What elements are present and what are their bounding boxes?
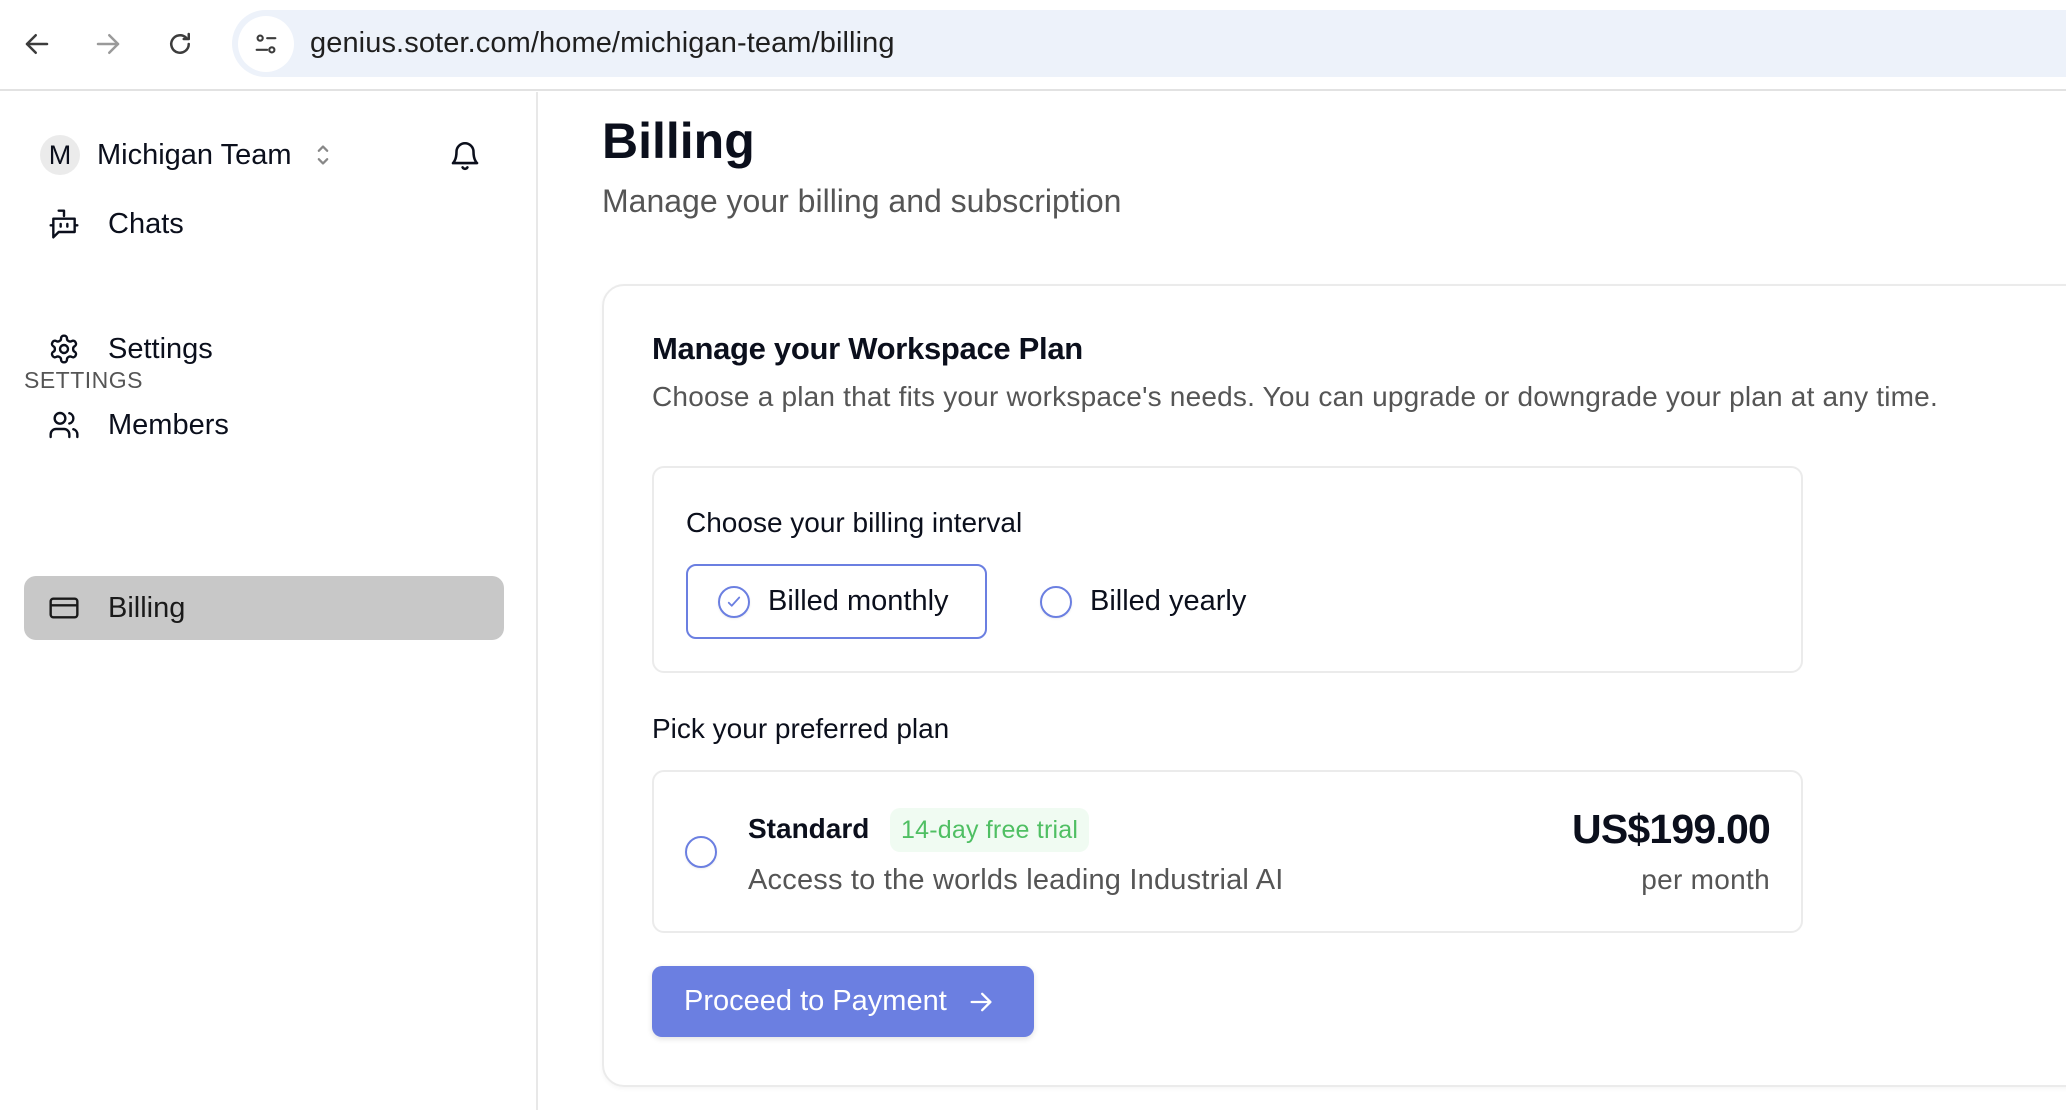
check-icon xyxy=(727,596,741,607)
forward-button[interactable] xyxy=(88,24,128,64)
page-title: Billing xyxy=(602,113,755,169)
sidebar-item-chats[interactable]: Chats xyxy=(24,192,504,256)
billed-yearly-option[interactable]: Billed yearly xyxy=(1040,564,1246,639)
plan-heading: Pick your preferred plan xyxy=(652,713,950,744)
gear-icon xyxy=(50,334,78,364)
site-info-button[interactable] xyxy=(238,15,294,72)
card-title: Manage your Workspace Plan xyxy=(652,331,1083,366)
url-text[interactable]: genius.soter.com/home/michigan-team/bill… xyxy=(310,27,895,60)
billing-interval-heading: Choose your billing interval xyxy=(686,507,1023,538)
page-subtitle: Manage your billing and subscription xyxy=(602,183,1122,219)
reload-icon xyxy=(170,32,190,54)
arrow-right-icon xyxy=(970,992,992,1011)
plan-period: per month xyxy=(1641,864,1770,895)
trial-badge: 14-day free trial xyxy=(890,808,1090,852)
billed-monthly-label: Billed monthly xyxy=(768,585,949,617)
arrow-right-icon xyxy=(96,34,120,54)
chevrons-up-down-icon xyxy=(317,145,328,165)
arrow-left-icon xyxy=(25,34,49,54)
billed-monthly-option[interactable]: Billed monthly xyxy=(686,564,987,639)
tune-icon xyxy=(255,34,277,53)
radio-selected[interactable] xyxy=(718,585,750,618)
billed-yearly-label: Billed yearly xyxy=(1090,585,1247,617)
proceed-to-payment-button[interactable]: Proceed to Payment xyxy=(652,966,1034,1037)
sidebar-item-members[interactable]: Members xyxy=(24,393,504,457)
plan-price: US$199.00 xyxy=(1572,806,1771,852)
sidebar-item-label: Settings xyxy=(108,332,213,365)
sidebar-item-label: Chats xyxy=(108,207,184,240)
back-button[interactable] xyxy=(17,24,57,64)
proceed-label: Proceed to Payment xyxy=(684,985,947,1017)
plan-radio[interactable] xyxy=(685,836,717,868)
plan-description: Access to the worlds leading Industrial … xyxy=(748,864,1284,896)
team-avatar: M xyxy=(40,135,80,175)
plan-name: Standard xyxy=(748,813,870,844)
credit-card-icon xyxy=(49,597,79,619)
notifications-bell-icon[interactable] xyxy=(448,138,482,174)
browser-toolbar: genius.soter.com/home/michigan-team/bill… xyxy=(0,0,2066,91)
bot-message-icon xyxy=(49,209,79,239)
reload-button[interactable] xyxy=(160,24,200,64)
sidebar-item-settings[interactable]: Settings xyxy=(24,317,504,381)
sidebar-item-label: Members xyxy=(108,408,229,441)
team-switcher[interactable]: M Michigan Team xyxy=(40,135,332,175)
radio-unselected[interactable] xyxy=(1040,585,1072,618)
team-name: Michigan Team xyxy=(97,138,292,171)
sidebar: M Michigan Team Chats SETTINGS Settings … xyxy=(0,92,538,1110)
users-icon xyxy=(49,411,79,439)
address-bar[interactable]: genius.soter.com/home/michigan-team/bill… xyxy=(232,10,2066,77)
sidebar-item-label: Billing xyxy=(108,591,186,624)
card-description: Choose a plan that fits your workspace's… xyxy=(652,381,1938,412)
sidebar-item-billing[interactable]: Billing xyxy=(24,576,504,640)
